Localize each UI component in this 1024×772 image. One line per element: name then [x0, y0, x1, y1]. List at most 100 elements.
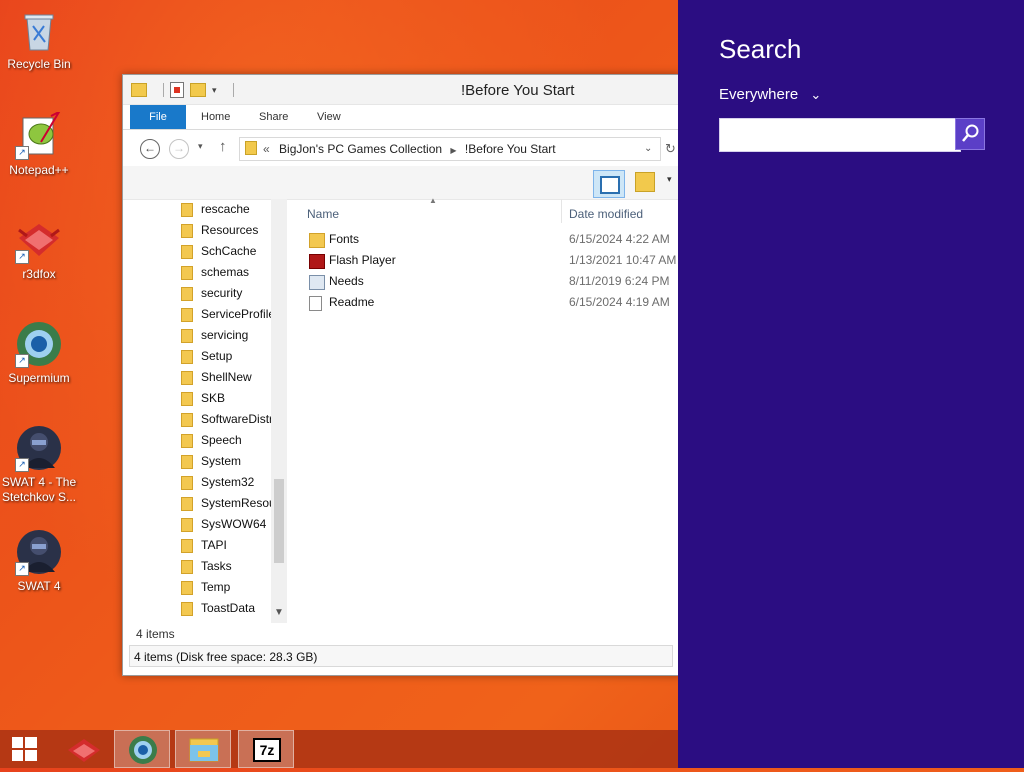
nav-pane-folder[interactable]: SKB [131, 388, 287, 409]
search-scope-dropdown[interactable]: Everywhere ⌄ [719, 86, 821, 103]
folder-icon [181, 476, 193, 490]
nav-pane-folder[interactable]: TAPI [131, 535, 287, 556]
options-dropdown-icon[interactable]: ▾ [667, 174, 672, 185]
nav-pane-folder[interactable]: servicing [131, 325, 287, 346]
options-folder-icon[interactable] [635, 172, 655, 192]
nav-pane-scrollbar[interactable]: ▼ [271, 199, 287, 623]
desktop-icon-label: Supermium [8, 371, 70, 385]
nav-pane-folder[interactable]: Speech [131, 430, 287, 451]
address-dropdown-icon[interactable]: ⌄ [644, 138, 652, 160]
title-bar[interactable]: ▾ !Before You Start [123, 75, 679, 105]
nav-pane-folder[interactable]: rescache [131, 199, 287, 220]
tab-share[interactable]: Share [259, 105, 288, 129]
chevron-down-icon: ⌄ [810, 87, 822, 102]
breadcrumb-overflow[interactable]: « [263, 142, 270, 156]
tab-file[interactable]: File [130, 105, 186, 129]
new-folder-icon[interactable] [190, 83, 206, 97]
nav-pane-folder[interactable]: SoftwareDistri [131, 409, 287, 430]
taskbar-r3dfox[interactable] [56, 730, 112, 768]
preview-pane-button[interactable] [593, 170, 625, 198]
nav-pane-folder-label: security [201, 286, 243, 300]
file-row[interactable]: Needs 8/11/2019 6:24 PM [293, 271, 679, 292]
file-row[interactable]: Readme 6/15/2024 4:19 AM [293, 292, 679, 313]
customize-toolbar-icon[interactable]: ▾ [212, 85, 217, 96]
file-name: Readme [329, 295, 375, 309]
forward-button[interactable]: → [169, 139, 189, 159]
nav-pane-folder[interactable]: ToastData [131, 598, 287, 619]
up-button[interactable]: ↑ [219, 138, 227, 155]
folder-icon [131, 83, 147, 97]
nav-pane-folder[interactable]: System [131, 451, 287, 472]
column-header-name[interactable]: Name [307, 207, 339, 221]
search-input[interactable] [719, 118, 961, 152]
nav-pane-folder[interactable]: SystemResou [131, 493, 287, 514]
refresh-icon[interactable]: ↻ [665, 141, 676, 157]
status-bar: 4 items [136, 627, 175, 641]
desktop-icon-recycle-bin[interactable]: Recycle Bin [0, 6, 78, 72]
taskbar-supermium[interactable] [114, 730, 170, 768]
forward-arrow-icon: → [173, 141, 185, 155]
address-bar[interactable]: « BigJon's PC Games Collection ▶ !Before… [239, 137, 661, 161]
nav-pane-folder[interactable]: ShellNew [131, 367, 287, 388]
nav-pane-folder-label: ShellNew [201, 370, 252, 384]
file-date: 6/15/2024 4:22 AM [569, 232, 670, 246]
breadcrumb-separator-icon[interactable]: ▶ [450, 146, 456, 155]
scrollbar-thumb[interactable] [274, 479, 284, 563]
nav-pane-folder-label: SoftwareDistri [201, 412, 276, 426]
desktop-icon-swat4-expansion[interactable]: ↗ SWAT 4 - The Stetchkov S... [0, 424, 78, 505]
shortcut-icon [309, 275, 325, 290]
nav-pane-folder[interactable]: ServiceProfile [131, 304, 287, 325]
column-header-date-modified[interactable]: Date modified [569, 207, 643, 221]
nav-pane-folder[interactable]: SysWOW64 [131, 514, 287, 535]
nav-pane-folder-label: System [201, 454, 242, 468]
folder-icon [181, 560, 193, 574]
nav-pane-folder[interactable]: Setup [131, 346, 287, 367]
nav-pane-folder-label: Setup [201, 349, 233, 363]
desktop-icon-swat4[interactable]: ↗ SWAT 4 [0, 528, 78, 594]
nav-pane-folder-label: SystemResou [201, 496, 276, 510]
nav-pane-folder-label: rescache [201, 202, 250, 216]
file-list: ▲ Name Date modified Fonts 6/15/2024 4:2… [293, 196, 679, 623]
recycle-bin-icon [15, 6, 63, 54]
nav-pane-folder[interactable]: Tasks [131, 556, 287, 577]
file-row[interactable]: Fonts 6/15/2024 4:22 AM [293, 229, 679, 250]
search-charm-panel: Search Everywhere ⌄ [678, 0, 1024, 768]
tab-home[interactable]: Home [201, 105, 230, 129]
folder-icon [181, 287, 193, 301]
file-row[interactable]: Flash Player 1/13/2021 10:47 AM [293, 250, 679, 271]
back-button[interactable]: ← [140, 139, 160, 159]
breadcrumb-item[interactable]: BigJon's PC Games Collection [279, 142, 442, 156]
nav-pane-folder[interactable]: schemas [131, 262, 287, 283]
properties-icon[interactable] [170, 82, 184, 98]
folder-icon [181, 245, 193, 259]
nav-pane-folder[interactable]: security [131, 283, 287, 304]
shortcut-arrow-icon: ↗ [15, 562, 29, 576]
up-arrow-icon: ↑ [219, 138, 227, 155]
details-bar: 4 items (Disk free space: 28.3 GB) [129, 645, 673, 667]
folder-icon [181, 497, 193, 511]
desktop-icon-notepad-plus-plus[interactable]: ↗ Notepad++ [0, 109, 78, 178]
ribbon-tabs: File Home Share View [123, 105, 679, 130]
nav-pane-folder-label: SysWOW64 [201, 517, 267, 531]
scroll-down-icon[interactable]: ▼ [274, 607, 284, 618]
taskbar-file-explorer[interactable] [175, 730, 231, 768]
recent-locations-dropdown[interactable]: ▾ [198, 141, 203, 152]
nav-pane-folder[interactable]: SchCache [131, 241, 287, 262]
folder-icon [181, 266, 193, 280]
search-button[interactable] [955, 118, 985, 150]
taskbar-7zip[interactable]: 7z [238, 730, 294, 768]
nav-pane-folder-label: SchCache [201, 244, 257, 258]
start-button[interactable] [0, 730, 56, 768]
nav-pane-folder-label: ToastData [201, 601, 256, 615]
nav-pane-folder[interactable]: System32 [131, 472, 287, 493]
desktop-icon-supermium[interactable]: ↗ Supermium [0, 320, 78, 386]
column-divider[interactable] [561, 199, 562, 223]
folder-icon [181, 602, 193, 616]
nav-pane-folder[interactable]: Resources [131, 220, 287, 241]
tab-view[interactable]: View [317, 105, 341, 129]
desktop-icon-r3dfox[interactable]: ↗ r3dfox [0, 216, 78, 282]
nav-pane-folder[interactable]: Temp [131, 577, 287, 598]
nav-pane-folder-label: ServiceProfile [201, 307, 276, 321]
nav-pane-folder-label: schemas [201, 265, 250, 279]
breadcrumb-item[interactable]: !Before You Start [465, 142, 556, 156]
